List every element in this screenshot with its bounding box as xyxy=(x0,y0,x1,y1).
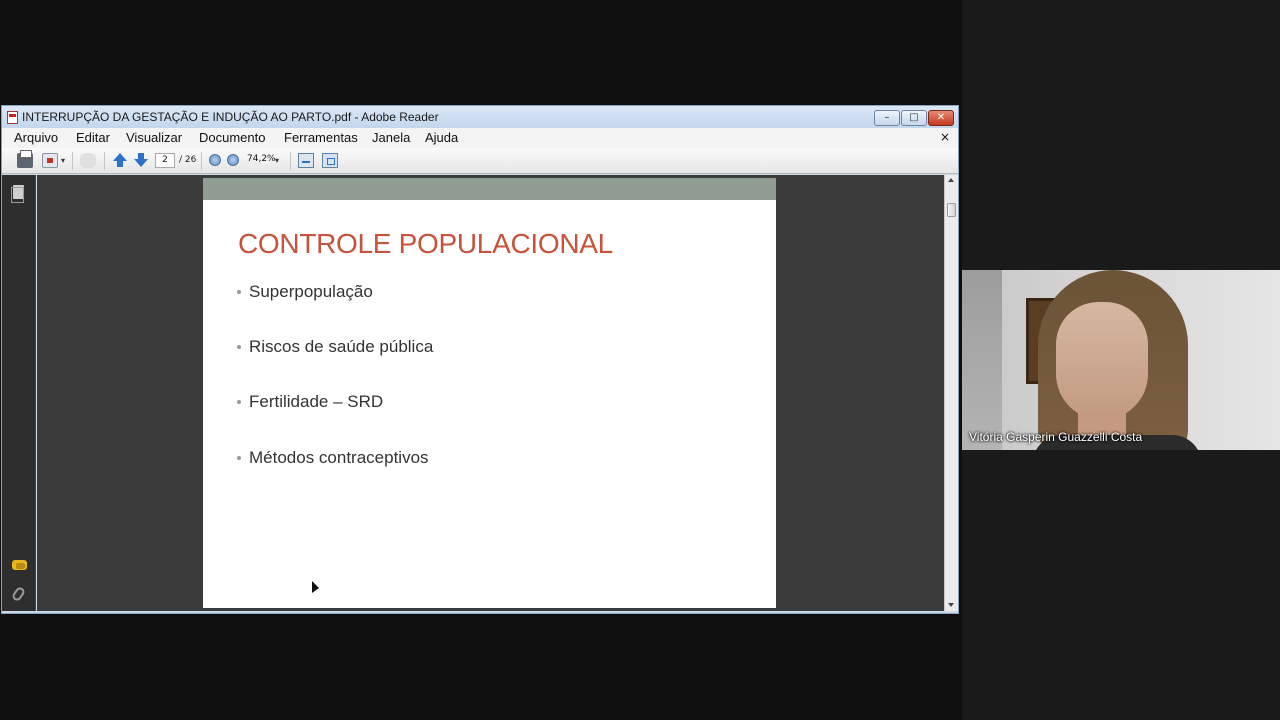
participant-face xyxy=(1056,302,1148,420)
menu-janela[interactable]: Janela xyxy=(372,130,410,145)
menu-bar: Arquivo Editar Visualizar Documento Ferr… xyxy=(2,128,958,148)
slide-bullet-text: Riscos de saúde pública xyxy=(249,337,434,356)
page-count: / 26 xyxy=(179,155,197,165)
slide-bullet-text: Fertilidade – SRD xyxy=(249,392,384,411)
zoom-in-icon[interactable] xyxy=(227,154,239,166)
close-document-button[interactable]: × xyxy=(940,130,950,144)
menu-documento[interactable]: Documento xyxy=(199,130,265,145)
create-pdf-dropdown-icon[interactable]: ▾ xyxy=(61,157,66,165)
adobe-reader-window: INTERRUPÇÃO DA GESTAÇÃO E INDUÇÃO AO PAR… xyxy=(1,105,959,614)
video-background-shelf xyxy=(962,270,1002,450)
mouse-cursor-icon xyxy=(312,581,319,593)
bullet-dot-icon xyxy=(237,290,241,294)
pages-icon[interactable] xyxy=(11,185,24,203)
title-bar[interactable]: INTERRUPÇÃO DA GESTAÇÃO E INDUÇÃO AO PAR… xyxy=(2,106,958,128)
scrollbar-thumb[interactable] xyxy=(947,203,956,217)
close-window-button[interactable]: ✕ xyxy=(928,110,954,126)
bullet-dot-icon xyxy=(237,345,241,349)
window-title: INTERRUPÇÃO DA GESTAÇÃO E INDUÇÃO AO PAR… xyxy=(22,110,439,124)
pdf-page: CONTROLE POPULACIONAL Superpopulação Ris… xyxy=(203,178,776,608)
maximize-button[interactable]: □ xyxy=(901,110,927,126)
toolbar-separator xyxy=(290,152,291,170)
previous-page-icon[interactable] xyxy=(113,153,129,168)
menu-editar[interactable]: Editar xyxy=(76,130,110,145)
minimize-button[interactable]: – xyxy=(874,110,900,126)
pdf-file-icon xyxy=(7,111,18,124)
full-screen-icon[interactable] xyxy=(322,153,338,168)
fit-page-icon[interactable] xyxy=(298,153,314,168)
create-pdf-icon[interactable] xyxy=(42,153,58,168)
bullet-dot-icon xyxy=(237,400,241,404)
participant-video-tile[interactable]: Vitória Gasperin Guazzelli Costa xyxy=(962,270,1280,450)
page-number-input[interactable]: 2 xyxy=(155,153,175,168)
zoom-dropdown-icon[interactable]: ▾ xyxy=(275,156,279,165)
share-icon[interactable] xyxy=(80,153,96,168)
scroll-down-icon[interactable] xyxy=(948,603,954,607)
vertical-scrollbar[interactable] xyxy=(944,175,958,611)
slide-bullet-text: Métodos contraceptivos xyxy=(249,448,429,467)
navigation-panel xyxy=(2,175,36,611)
zoom-out-icon[interactable] xyxy=(209,154,221,166)
toolbar-separator xyxy=(201,152,202,170)
comments-icon[interactable] xyxy=(12,560,27,570)
slide-title: CONTROLE POPULACIONAL xyxy=(238,228,613,259)
toolbar-separator xyxy=(104,152,105,170)
document-view[interactable]: CONTROLE POPULACIONAL Superpopulação Ris… xyxy=(37,175,944,611)
slide-header-band xyxy=(203,178,776,200)
slide-bullet-text: Superpopulação xyxy=(249,282,373,301)
menu-arquivo[interactable]: Arquivo xyxy=(14,130,58,145)
screen: INTERRUPÇÃO DA GESTAÇÃO E INDUÇÃO AO PAR… xyxy=(0,0,1280,720)
print-icon[interactable] xyxy=(17,150,33,168)
bullet-dot-icon xyxy=(237,456,241,460)
menu-visualizar[interactable]: Visualizar xyxy=(126,130,182,145)
toolbar-separator xyxy=(72,152,73,170)
next-page-icon[interactable] xyxy=(134,153,150,168)
toolbar: ▾ 2 / 26 74,2% ▾ xyxy=(2,148,958,174)
attachment-icon[interactable] xyxy=(10,585,27,603)
menu-ajuda[interactable]: Ajuda xyxy=(425,130,458,145)
menu-ferramentas[interactable]: Ferramentas xyxy=(284,130,358,145)
zoom-level-input[interactable]: 74,2% xyxy=(244,153,276,168)
participant-name: Vitória Gasperin Guazzelli Costa xyxy=(969,430,1143,444)
scroll-up-icon[interactable] xyxy=(948,178,954,182)
